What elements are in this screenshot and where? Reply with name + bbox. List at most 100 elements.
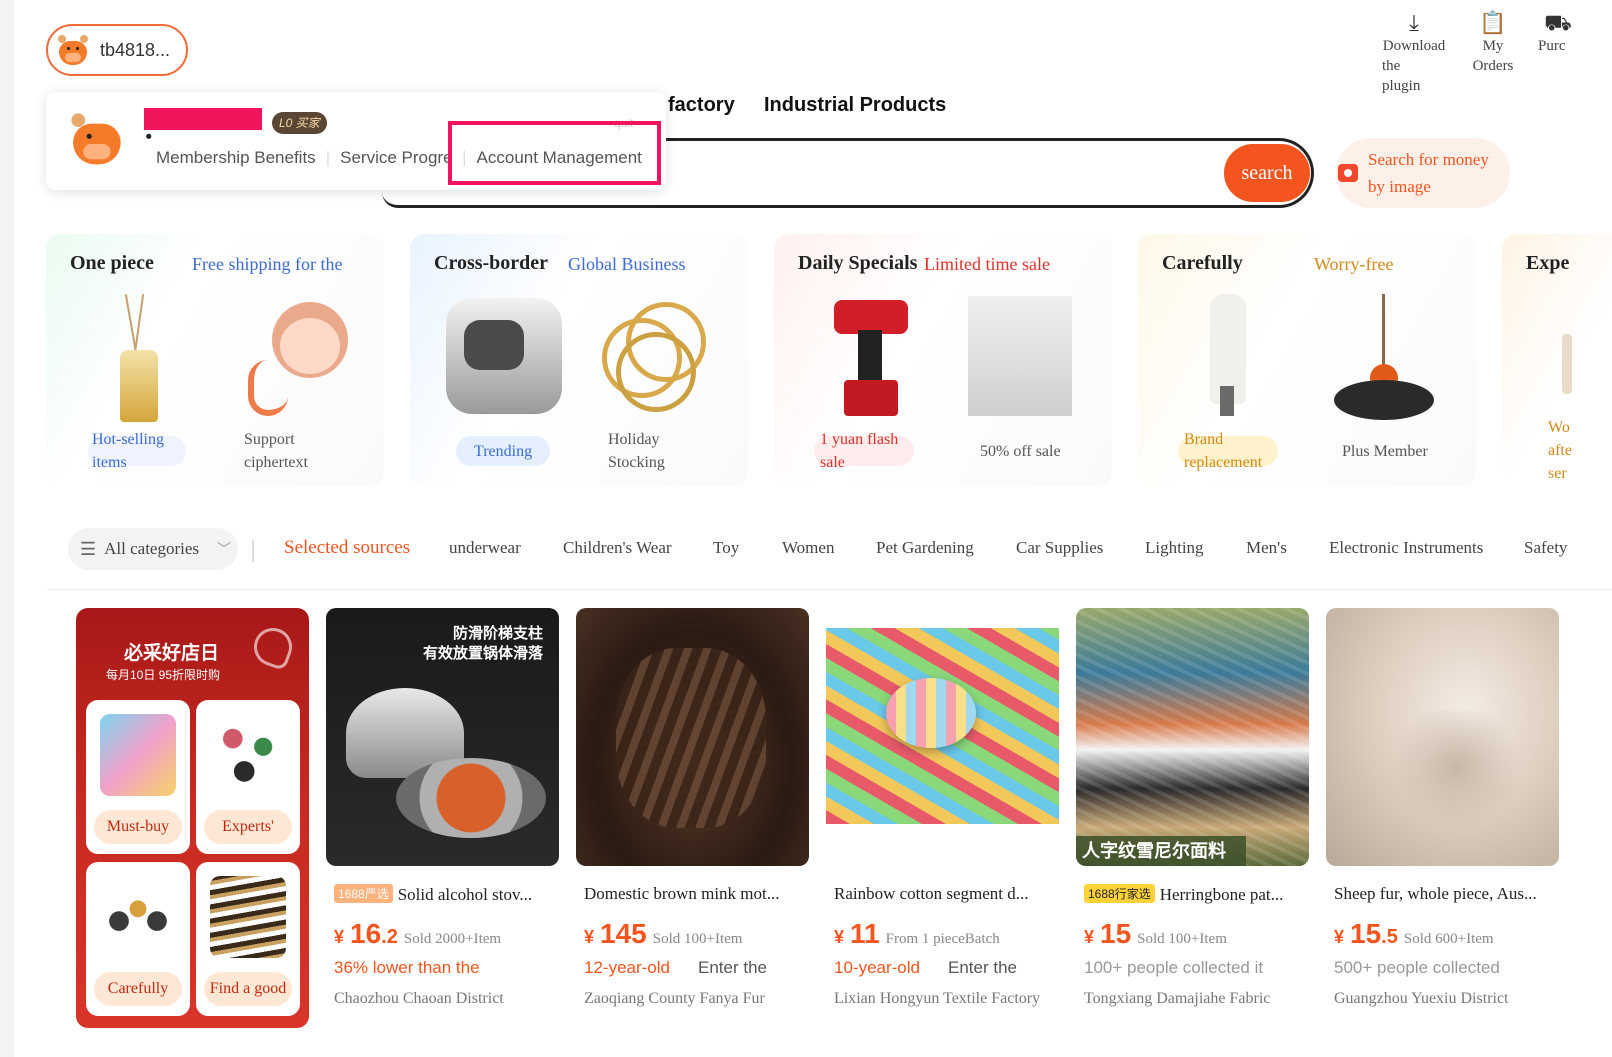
promo-daily-specials[interactable]: Daily Specials Limited time sale 1 yuan …: [774, 234, 1112, 486]
product-image: 人字纹雪尼尔面料: [1076, 608, 1309, 866]
product-highlight-secondary: Enter the: [948, 958, 1017, 977]
feature-tile-label: Find a good: [204, 972, 292, 1006]
promo-item-label-line-1: Brand: [1184, 431, 1224, 448]
product-tag: 1688严选: [334, 884, 393, 903]
price-decimal: .5: [1381, 926, 1398, 948]
product-image: [1326, 608, 1559, 866]
feature-tile-find-a-good[interactable]: Find a good: [196, 862, 300, 1016]
category-selected-sources[interactable]: Selected sources: [284, 537, 410, 559]
shield-icon: [248, 622, 298, 672]
product-highlight-secondary: Enter the: [698, 958, 767, 977]
feature-tile-must-buy[interactable]: Must-buy: [86, 700, 190, 854]
promo-title: Cross-border: [434, 252, 549, 274]
membership-benefits-link[interactable]: Membership Benefits: [156, 148, 316, 168]
feature-tile-label: Must-buy: [94, 810, 182, 844]
product-card[interactable]: 防滑阶梯支柱 有效放置锅体滑落 1688严选 Solid alcohol stov…: [326, 608, 559, 1028]
promo-experience[interactable]: Expe Wo afte ser: [1502, 234, 1612, 486]
sold-count: Sold 100+Item: [652, 931, 743, 947]
litter-box-image: [446, 298, 562, 414]
category-toy[interactable]: Toy: [713, 538, 739, 558]
good-shop-day-banner[interactable]: 必采好店日 每月10日 95折限时购 Must-buy Experts' Car…: [76, 608, 309, 1028]
promo-item-label-line-2: afte: [1548, 442, 1572, 459]
promo-title: Daily Specials: [798, 252, 918, 274]
product-card[interactable]: Rainbow cotton segment d... ¥11 From 1 pi…: [826, 608, 1059, 1028]
nav-factory[interactable]: factory: [668, 94, 735, 117]
product-highlight: 100+ people collected it: [1084, 958, 1264, 977]
product-image-caption-line-1: 人字纹雪尼尔面料: [1076, 836, 1246, 866]
promo-item-label-line-1: Support: [244, 431, 295, 448]
promo-item-label-line-1: 50% off sale: [980, 443, 1061, 460]
bracelets-image: [596, 298, 714, 414]
all-categories-label: All categories: [104, 539, 200, 558]
currency-symbol: ¥: [1334, 927, 1345, 947]
product-title-text: Herringbone pat...: [1159, 885, 1284, 904]
category-women[interactable]: Women: [782, 538, 834, 558]
price-integer: 11: [850, 918, 880, 949]
feature-tile-experts[interactable]: Experts': [196, 700, 300, 854]
account-avatar: [68, 110, 167, 172]
product-image: 防滑阶梯支柱 有效放置锅体滑落: [326, 608, 559, 866]
category-electronic-instruments[interactable]: Electronic Instruments: [1329, 538, 1483, 558]
image-search-button[interactable]: Search for money by image: [1336, 138, 1510, 208]
price-integer: 16: [350, 918, 382, 949]
promo-item-label-line-3: ser: [1548, 465, 1567, 482]
category-mens[interactable]: Men's: [1246, 538, 1287, 558]
product-highlight: 12-year-old: [584, 958, 670, 977]
promo-item-label-line-1: 1 yuan flash: [820, 431, 899, 448]
service-progress-link[interactable]: Service Progress: [340, 148, 452, 168]
product-card[interactable]: Sheep fur, whole piece, Aus... ¥15.5 Sold…: [1326, 608, 1559, 1028]
promo-item-label-line-1: Wo: [1548, 419, 1570, 436]
promo-subtitle: Global Business: [568, 254, 686, 274]
feature-tile-label: Carefully: [94, 972, 182, 1006]
product-price: ¥145 Sold 100+Item: [584, 918, 742, 950]
price-integer: 15: [1350, 918, 1382, 949]
diffuser-image: [116, 294, 162, 424]
category-lighting[interactable]: Lighting: [1145, 538, 1204, 558]
promo-item-label-line-1: Holiday: [608, 431, 660, 448]
product-card[interactable]: 人字纹雪尼尔面料 1688行家选 Herringbone pat... ¥15 So…: [1076, 608, 1309, 1028]
product-title-text: Solid alcohol stov...: [397, 885, 533, 904]
category-car-supplies[interactable]: Car Supplies: [1016, 538, 1103, 558]
page: tb4818... ⤓ Download the plugin 📋 My Ord…: [0, 0, 1612, 1057]
cow-avatar-icon: [56, 33, 90, 67]
category-underwear[interactable]: underwear: [449, 538, 521, 558]
product-image: [826, 608, 1059, 866]
promo-subtitle: Worry-free: [1314, 254, 1394, 274]
product-image-caption-line-2: 有效放置锅体滑落: [422, 645, 543, 662]
user-account-pill[interactable]: tb4818...: [46, 24, 188, 76]
product-location: Lixian Hongyun Textile Factory: [834, 990, 1041, 1007]
highlight-box: [448, 121, 661, 185]
product-price: ¥15 Sold 100+Item: [1084, 918, 1227, 950]
promo-item-label-line-1: Hot-selling: [92, 431, 164, 448]
download-plugin-link[interactable]: ⤓ Download the plugin: [1380, 10, 1448, 96]
image-search-line-1: Search for money: [1368, 150, 1489, 169]
promo-item-label-line-1: Trending: [474, 443, 533, 460]
promo-cross-border[interactable]: Cross-border Global Business Trending Ho…: [410, 234, 748, 486]
feature-tile-carefully[interactable]: Carefully: [86, 862, 190, 1016]
cart-icon: ⛟: [1544, 10, 1572, 35]
price-integer: 15: [1100, 918, 1132, 949]
sold-count: Sold 600+Item: [1403, 931, 1494, 947]
purchase-link[interactable]: ⛟ Purc: [1538, 10, 1578, 56]
product-image-caption-line-1: 防滑阶梯支柱: [452, 625, 543, 642]
nav-industrial-products[interactable]: Industrial Products: [764, 94, 946, 117]
price-decimal: .2: [381, 926, 398, 948]
promo-carefully[interactable]: Carefully Worry-free Brand replacement P…: [1138, 234, 1476, 486]
category-pet-gardening[interactable]: Pet Gardening: [876, 538, 974, 558]
my-orders-label: My Orders: [1472, 38, 1514, 74]
product-image: [576, 608, 809, 866]
promo-one-piece[interactable]: One piece Free shipping for the Hot-sell…: [46, 234, 384, 486]
category-childrens-wear[interactable]: Children's Wear: [563, 538, 672, 558]
download-label-line-2: the: [1382, 58, 1401, 74]
search-button[interactable]: search: [1224, 144, 1310, 202]
all-categories-dropdown[interactable]: ☰ All categories ﹀: [68, 528, 238, 570]
product-card[interactable]: Domestic brown mink mot... ¥145 Sold 100+…: [576, 608, 809, 1028]
my-orders-link[interactable]: 📋 My Orders: [1462, 10, 1524, 76]
promo-subtitle: Free shipping for the: [192, 254, 343, 274]
category-safety[interactable]: Safety: [1524, 538, 1567, 558]
price-integer: 145: [600, 918, 647, 949]
promo-subtitle: Limited time sale: [924, 254, 1050, 274]
power-drill-image: [828, 294, 912, 420]
doll-bag-image: [242, 300, 350, 418]
promo-item-label-line-2: ciphertext: [244, 454, 308, 471]
